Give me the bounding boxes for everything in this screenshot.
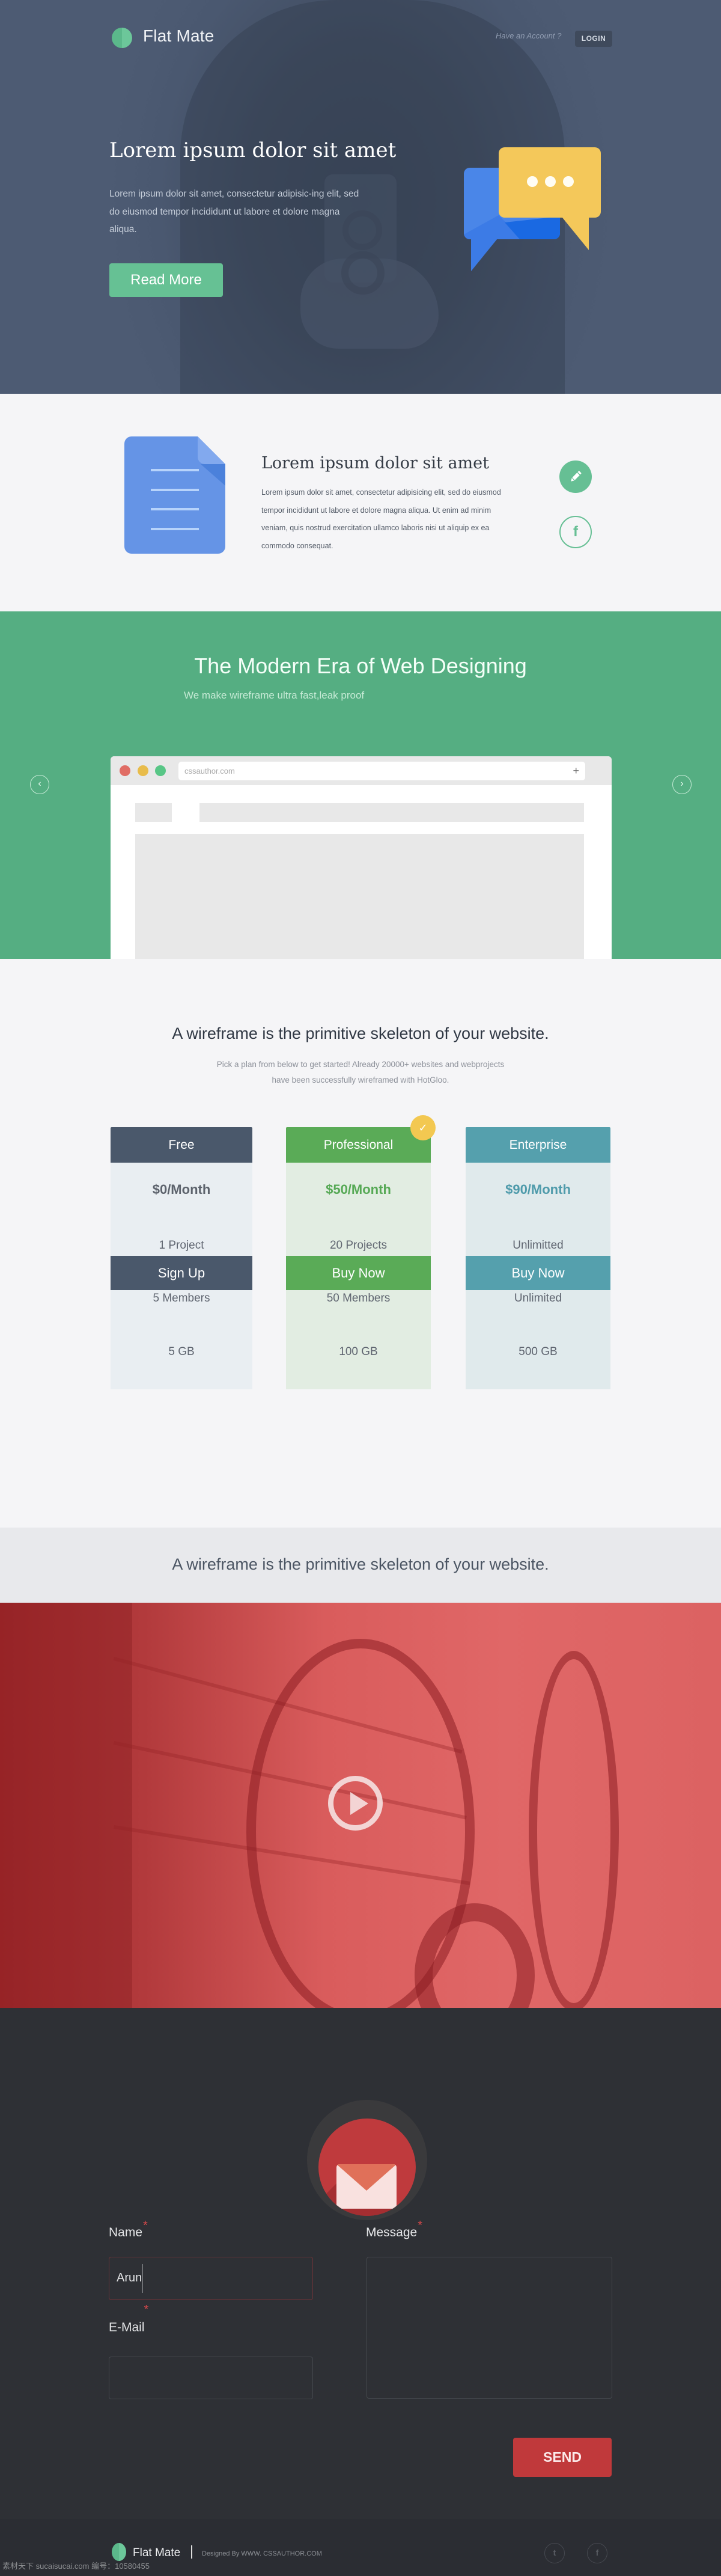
- plan-feature: 50 Members: [326, 1292, 391, 1305]
- logo-icon: [112, 28, 132, 48]
- address-url: cssauthor.com: [184, 766, 235, 776]
- pricing-subtitle-line: Pick a plan from below to get started! A…: [216, 1060, 505, 1069]
- showcase-title: The Modern Era of Web Designing: [194, 653, 527, 678]
- footer-facebook-button[interactable]: f: [587, 2543, 607, 2563]
- address-bar[interactable]: cssauthor.com +: [178, 762, 585, 780]
- featured-check-icon: ✓: [410, 1115, 436, 1140]
- facebook-share-button[interactable]: f: [559, 516, 592, 548]
- hero-background-lens: [341, 251, 385, 295]
- wireframe-block: [135, 834, 584, 959]
- buy-now-professional-button[interactable]: Buy Now: [286, 1256, 431, 1290]
- maximize-dot-icon: [155, 765, 166, 776]
- text-cursor: [142, 2263, 144, 2293]
- footer-divider: [191, 2545, 192, 2559]
- plan-feature: Unlimited: [514, 1292, 562, 1305]
- message-textarea[interactable]: [367, 2257, 612, 2399]
- plan-name: Enterprise: [466, 1127, 610, 1163]
- email-label-text: E-Mail: [109, 2321, 145, 2334]
- plan-name: Free: [111, 1127, 252, 1163]
- name-input-value: Arun: [117, 2271, 142, 2284]
- message-label-text: Message: [366, 2226, 418, 2239]
- send-button[interactable]: SEND: [513, 2438, 612, 2477]
- chat-bubbles-icon: [464, 147, 601, 271]
- plan-feature: 5 GB: [168, 1345, 195, 1358]
- read-more-button[interactable]: Read More: [109, 263, 223, 297]
- twitter-icon: t: [553, 2548, 556, 2557]
- carousel-prev-button[interactable]: ‹: [30, 775, 49, 794]
- plan-feature: Unlimitted: [513, 1239, 564, 1252]
- facebook-icon: f: [595, 2548, 599, 2557]
- footer-brand[interactable]: Flat Mate: [133, 2547, 180, 2560]
- carousel-next-button[interactable]: ›: [672, 775, 692, 794]
- plan-feature: 100 GB: [339, 1345, 378, 1358]
- hero-section: Flat Mate Have an Account ? LOGIN Lorem …: [0, 0, 721, 394]
- watermark-text: 素材天下 sucaisucai.com 编号：10580455: [2, 2562, 150, 2571]
- edit-button[interactable]: [559, 460, 592, 493]
- plan-price: $50/Month: [326, 1182, 391, 1197]
- video-section[interactable]: [0, 1603, 721, 2008]
- plan-feature: 5 Members: [153, 1292, 210, 1305]
- wireframe-block: [135, 803, 172, 822]
- video-background-wheel: [529, 1651, 619, 2008]
- name-label: Name*: [109, 2219, 148, 2240]
- sign-up-button[interactable]: Sign Up: [111, 1256, 252, 1290]
- buy-now-enterprise-button[interactable]: Buy Now: [466, 1256, 610, 1290]
- message-label: Message*: [366, 2219, 422, 2240]
- hero-text: Lorem ipsum dolor sit amet, consectetur …: [109, 189, 359, 234]
- plan-feature: 20 Projects: [329, 1239, 388, 1252]
- plus-icon[interactable]: +: [573, 762, 579, 780]
- chevron-right-icon: ›: [680, 779, 684, 789]
- document-icon: [124, 436, 225, 554]
- footer-credit[interactable]: Designed By WWW. CSSAUTHOR.COM: [202, 2550, 322, 2557]
- wireframe-block: [199, 803, 584, 822]
- video-background-shade: [0, 1603, 132, 2008]
- account-prompt: Have an Account ?: [496, 31, 562, 40]
- tagline-text: A wireframe is the primitive skeleton of…: [172, 1555, 549, 1573]
- plan-price: $0/Month: [152, 1182, 211, 1197]
- pricing-subtitle: Pick a plan from below to get started! A…: [180, 1057, 541, 1088]
- mail-icon: [318, 2119, 416, 2216]
- name-input[interactable]: Arun: [109, 2257, 313, 2300]
- required-mark: *: [144, 2303, 149, 2316]
- name-label-text: Name: [109, 2226, 143, 2239]
- chevron-left-icon: ‹: [38, 779, 41, 789]
- email-input[interactable]: [109, 2357, 313, 2399]
- pricing-title: A wireframe is the primitive skeleton of…: [172, 1024, 549, 1042]
- required-mark: *: [143, 2219, 148, 2232]
- email-label: E-Mail *: [109, 2303, 150, 2335]
- browser-mockup: cssauthor.com +: [111, 756, 612, 959]
- pricing-section: A wireframe is the primitive skeleton of…: [0, 959, 721, 1528]
- tagline-band: A wireframe is the primitive skeleton of…: [0, 1528, 721, 1603]
- contact-section: Name* Arun E-Mail* Message* SEND: [0, 2008, 721, 2519]
- footer-logo-icon: [112, 2543, 126, 2561]
- plan-feature: 1 Project: [159, 1239, 204, 1252]
- twitter-button[interactable]: t: [544, 2543, 565, 2563]
- login-button[interactable]: LOGIN: [575, 31, 612, 47]
- play-icon: [350, 1792, 368, 1815]
- plan-name: Professional: [286, 1127, 431, 1163]
- plan-feature: 500 GB: [519, 1345, 558, 1358]
- play-button[interactable]: [328, 1776, 383, 1831]
- browser-toolbar: cssauthor.com +: [111, 756, 612, 785]
- pencil-icon: [571, 471, 582, 482]
- close-dot-icon: [120, 765, 130, 776]
- pricing-subtitle-line: have been successfully wireframed with H…: [272, 1075, 449, 1085]
- minimize-dot-icon: [138, 765, 148, 776]
- feature-title: Lorem ipsum dolor sit amet: [261, 454, 489, 473]
- envelope-flap: [336, 2164, 397, 2191]
- envelope-icon: [336, 2164, 397, 2209]
- showcase-section: The Modern Era of Web Designing We make …: [0, 611, 721, 959]
- hero-title: Lorem ipsum dolor sit amet: [109, 138, 397, 162]
- feature-text: Lorem ipsum dolor sit amet, consectetur …: [261, 488, 501, 550]
- required-mark: *: [418, 2219, 423, 2232]
- showcase-subtitle: We make wireframe ultra fast,leak proof: [184, 690, 365, 701]
- feature-section: Lorem ipsum dolor sit amet Lorem ipsum d…: [0, 394, 721, 611]
- facebook-icon: f: [573, 524, 578, 540]
- footer: Flat Mate Designed By WWW. CSSAUTHOR.COM…: [0, 2519, 721, 2576]
- plan-price: $90/Month: [505, 1182, 571, 1197]
- brand-name[interactable]: Flat Mate: [143, 26, 214, 46]
